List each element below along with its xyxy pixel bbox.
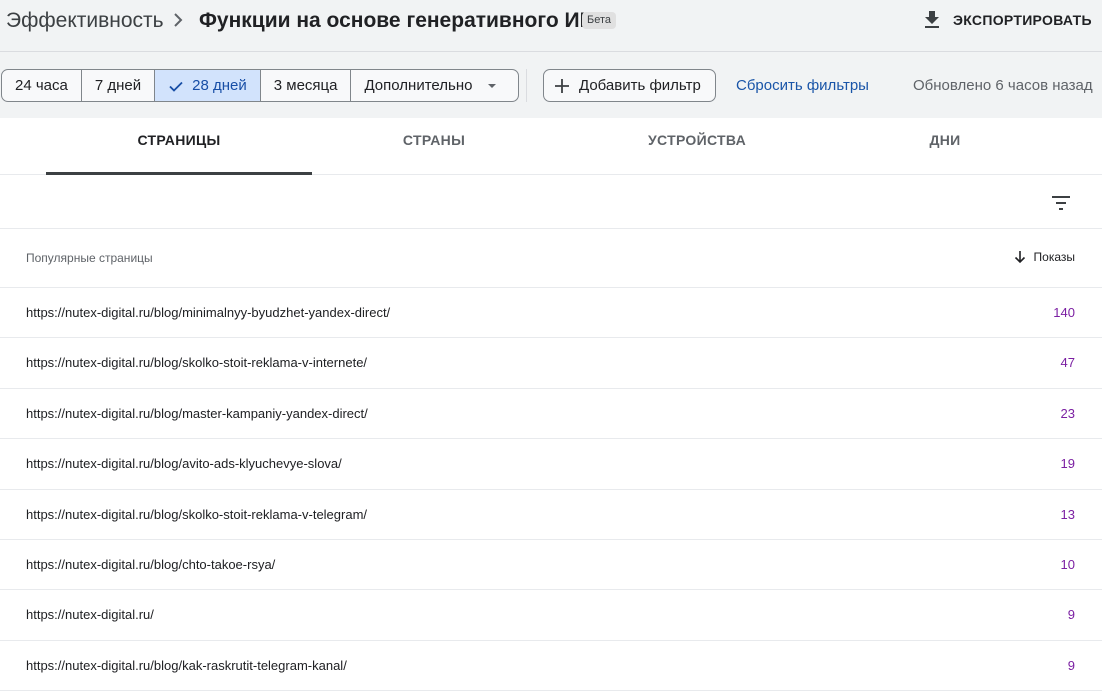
- page-url: https://nutex-digital.ru/blog/skolko-sto…: [26, 506, 368, 522]
- dropdown-arrow-icon: [488, 83, 497, 88]
- export-button[interactable]: ЭКСПОРТИРОВАТЬ: [920, 7, 1092, 33]
- page-header: Эффективность Функции на основе генерати…: [0, 0, 1102, 52]
- impressions-value: 19: [1060, 456, 1075, 472]
- search-console-page: Эффективность Функции на основе генерати…: [0, 0, 1102, 695]
- report-card: СТРАНИЦЫ СТРАНЫ УСТРОЙСТВА ДНИ Популярны…: [0, 118, 1102, 695]
- impressions-value: 47: [1060, 355, 1075, 371]
- download-icon: [925, 11, 939, 28]
- toolbar-divider: [526, 69, 527, 102]
- page-title: Функции на основе генеративного ИИ: [199, 9, 595, 32]
- add-filter-label: Добавить фильтр: [579, 77, 701, 94]
- table-row[interactable]: https://nutex-digital.ru/blog/minimalnyy…: [0, 288, 1102, 339]
- page-url: https://nutex-digital.ru/: [26, 607, 154, 623]
- more-ranges-label: Дополнительно: [364, 77, 473, 94]
- impressions-value: 13: [1060, 506, 1075, 522]
- impressions-value: 9: [1067, 607, 1075, 623]
- table-row[interactable]: https://nutex-digital.ru/blog/chto-takoe…: [0, 540, 1102, 591]
- page-url: https://nutex-digital.ru/blog/avito-ads-…: [26, 456, 342, 472]
- table-toolbar: [0, 175, 1102, 229]
- table-row[interactable]: https://nutex-digital.ru/blog/kak-raskru…: [0, 641, 1102, 692]
- tab-bar: СТРАНИЦЫ СТРАНЫ УСТРОЙСТВА ДНИ: [0, 118, 1102, 175]
- beta-badge: Бета: [582, 12, 617, 29]
- tab-countries[interactable]: СТРАНЫ: [312, 118, 556, 175]
- table-row[interactable]: https://nutex-digital.ru/blog/avito-ads-…: [0, 439, 1102, 490]
- impressions-value: 10: [1060, 556, 1075, 572]
- page-url: https://nutex-digital.ru/blog/minimalnyy…: [26, 305, 391, 320]
- more-ranges-dropdown[interactable]: Дополнительно: [351, 70, 518, 101]
- export-label: ЭКСПОРТИРОВАТЬ: [953, 12, 1092, 28]
- date-range-selector: 24 часа 7 дней 28 дней 3 месяца Дополнит…: [1, 69, 520, 102]
- table-header: Популярные страницы Показы: [0, 229, 1102, 288]
- page-url: https://nutex-digital.ru/blog/master-kam…: [26, 405, 368, 421]
- range-28d-label: 28 дней: [192, 77, 247, 94]
- table-row[interactable]: https://nutex-digital.ru/blog/skolko-sto…: [0, 490, 1102, 540]
- column-header-impressions[interactable]: Показы: [1012, 249, 1075, 265]
- filter-list-icon[interactable]: [1049, 191, 1073, 215]
- page-url: https://nutex-digital.ru/blog/chto-takoe…: [26, 556, 276, 572]
- table-row[interactable]: https://nutex-digital.ru/blog/skolko-sto…: [0, 338, 1102, 389]
- table-row[interactable]: https://nutex-digital.ru/blog/master-kam…: [0, 389, 1102, 440]
- impressions-value: 9: [1067, 657, 1075, 673]
- range-3m-button[interactable]: 3 месяца: [261, 70, 352, 101]
- breadcrumb-root[interactable]: Эффективность: [6, 9, 164, 33]
- column-header-pages[interactable]: Популярные страницы: [26, 251, 153, 265]
- add-filter-button[interactable]: Добавить фильтр: [543, 69, 716, 102]
- range-28d-button[interactable]: 28 дней: [155, 70, 261, 101]
- check-icon: [169, 81, 183, 92]
- plus-icon: [555, 78, 569, 93]
- last-updated-text: Обновлено 6 часов назад: [913, 77, 1093, 94]
- range-7d-button[interactable]: 7 дней: [82, 70, 156, 101]
- table-row[interactable]: https://nutex-digital.ru/ 9: [0, 590, 1102, 641]
- chevron-right-icon: [174, 13, 183, 27]
- page-url: https://nutex-digital.ru/blog/skolko-sto…: [26, 355, 368, 371]
- impressions-value: 140: [1053, 305, 1075, 320]
- reset-filters-link[interactable]: Сбросить фильтры: [736, 77, 869, 94]
- tab-days[interactable]: ДНИ: [838, 118, 1052, 175]
- sort-descending-icon: [1014, 251, 1025, 264]
- impressions-label: Показы: [1033, 250, 1075, 264]
- range-24h-button[interactable]: 24 часа: [2, 70, 82, 101]
- tab-pages[interactable]: СТРАНИЦЫ: [46, 118, 312, 175]
- impressions-value: 23: [1060, 405, 1075, 421]
- page-url: https://nutex-digital.ru/blog/kak-raskru…: [26, 657, 347, 673]
- tab-devices[interactable]: УСТРОЙСТВА: [556, 118, 838, 175]
